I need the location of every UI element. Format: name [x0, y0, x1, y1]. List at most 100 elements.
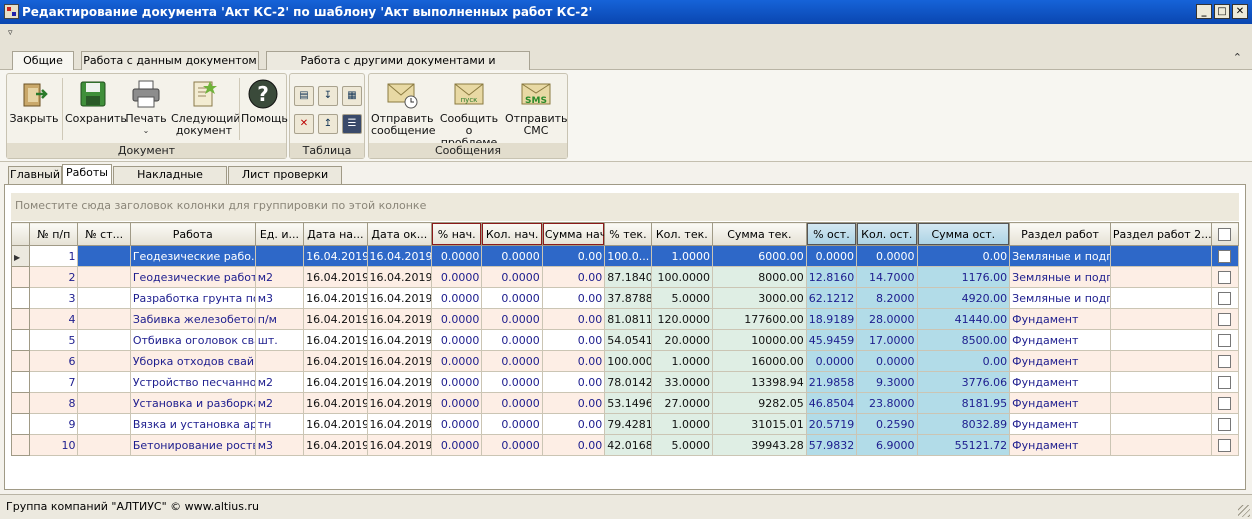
col-header-sum-remaining[interactable]: Сумма ост. — [916, 222, 1011, 246]
cell-pct-remaining[interactable]: 0.0000 — [805, 245, 858, 267]
cell-sum-remaining[interactable]: 41440.00 — [916, 308, 1011, 330]
cell-sum-current[interactable]: 31015.01 — [712, 413, 807, 435]
cell-pct-start[interactable]: 0.0000 — [431, 245, 483, 267]
cell-row-number[interactable]: 8 — [29, 392, 79, 414]
cell-qty-current[interactable]: 1.0000 — [650, 350, 714, 372]
cell-qty-start[interactable]: 0.0000 — [481, 413, 543, 435]
cell-pct-start[interactable]: 0.0000 — [431, 329, 483, 351]
table-row[interactable]: 2 Геодезические работы м2 16.04.2019 16.04.2… — [10, 266, 1240, 288]
col-header-start-date[interactable]: Дата на... — [303, 222, 368, 246]
table-row[interactable]: 6 Уборка отходов свай 16.04.2019 16.04.2019… — [10, 350, 1240, 372]
group-by-area[interactable]: Поместите сюда заголовок колонки для гру… — [11, 193, 1239, 221]
quick-access-dropdown-icon[interactable]: ▿ — [8, 28, 13, 38]
row-checkbox[interactable] — [1218, 333, 1232, 347]
cell-pct-remaining[interactable]: 18.9189 — [805, 308, 858, 330]
cell-qty-remaining[interactable]: 28.0000 — [856, 308, 918, 330]
cell-pct-current[interactable]: 100.0000 — [604, 350, 652, 372]
add-row-icon[interactable]: ▤ — [294, 86, 314, 106]
cell-estimate-number[interactable] — [77, 308, 131, 330]
cell-estimate-number[interactable] — [77, 392, 131, 414]
cell-sum-start[interactable]: 0.00 — [541, 413, 606, 435]
cell-qty-remaining[interactable]: 17.0000 — [856, 329, 918, 351]
cell-start-date[interactable]: 16.04.2019 — [303, 245, 368, 267]
cell-pct-remaining[interactable]: 21.9858 — [805, 371, 858, 393]
cell-section-2[interactable] — [1109, 329, 1212, 351]
cell-qty-remaining[interactable]: 23.8000 — [856, 392, 918, 414]
cell-sum-remaining[interactable]: 8032.89 — [916, 413, 1011, 435]
cell-section[interactable]: Земляные и подго... — [1009, 245, 1111, 267]
cell-qty-start[interactable]: 0.0000 — [481, 329, 543, 351]
cell-qty-remaining[interactable]: 9.3000 — [856, 371, 918, 393]
cell-section[interactable]: Земляные и подгот — [1009, 287, 1111, 309]
cell-pct-current[interactable]: 79.4281 — [604, 413, 652, 435]
tab-other-documents[interactable]: Работа с другими документами и программа… — [266, 51, 530, 84]
cell-sum-current[interactable]: 10000.00 — [712, 329, 807, 351]
tab-works[interactable]: Работы — [62, 164, 112, 184]
row-checkbox[interactable] — [1218, 438, 1232, 452]
cell-row-number[interactable]: 7 — [29, 371, 79, 393]
cell-unit[interactable]: тн — [254, 413, 305, 435]
cell-section-2[interactable] — [1109, 266, 1212, 288]
cell-sum-start[interactable]: 0.00 — [541, 245, 606, 267]
app-icon[interactable] — [4, 4, 19, 19]
row-checkbox[interactable] — [1218, 291, 1232, 305]
tab-general[interactable]: Общие — [12, 51, 74, 71]
columns-icon[interactable]: ☰ — [342, 114, 362, 134]
close-button[interactable]: Закрыть — [9, 78, 59, 125]
cell-unit[interactable] — [254, 245, 305, 267]
cell-sum-remaining[interactable]: 3776.06 — [916, 371, 1011, 393]
cell-row-number[interactable]: 6 — [29, 350, 79, 372]
close-window-button[interactable]: ✕ — [1232, 4, 1248, 19]
cell-end-date[interactable]: 16.04.2019 — [366, 266, 433, 288]
cell-start-date[interactable]: 16.04.2019 — [303, 392, 368, 414]
cell-sum-start[interactable]: 0.00 — [541, 266, 606, 288]
tab-current-document[interactable]: Работа с данным документом — [81, 51, 259, 70]
col-header-pct-remaining[interactable]: % ост. — [805, 222, 858, 246]
cell-select[interactable] — [1210, 371, 1240, 393]
cell-sum-start[interactable]: 0.00 — [541, 329, 606, 351]
cell-sum-current[interactable]: 8000.00 — [712, 266, 807, 288]
send-sms-button[interactable]: SMS Отправить СМС — [505, 78, 568, 137]
table-row[interactable]: 7 Устройство песчанной м2 16.04.2019 16.04.2… — [10, 371, 1240, 393]
cell-qty-current[interactable]: 1.0000 — [650, 245, 714, 267]
cell-sum-current[interactable]: 9282.05 — [712, 392, 807, 414]
cell-work-name[interactable]: Установка и разборка с — [129, 392, 256, 414]
row-indicator[interactable] — [10, 287, 31, 309]
cell-pct-start[interactable]: 0.0000 — [431, 350, 483, 372]
cell-row-number[interactable]: 1 — [29, 245, 79, 267]
save-button[interactable]: Сохранить — [65, 78, 127, 125]
row-checkbox[interactable] — [1218, 312, 1232, 326]
cell-sum-start[interactable]: 0.00 — [541, 434, 606, 456]
cell-select[interactable] — [1210, 434, 1240, 456]
cell-sum-start[interactable]: 0.00 — [541, 287, 606, 309]
cell-select[interactable] — [1210, 392, 1240, 414]
cell-pct-remaining[interactable]: 0.0000 — [805, 350, 858, 372]
report-problem-button[interactable]: пуск Сообщить о проблеме — [435, 78, 503, 149]
row-indicator[interactable] — [10, 308, 31, 330]
cell-section-2[interactable] — [1109, 434, 1212, 456]
cell-sum-remaining[interactable]: 55121.72 — [916, 434, 1011, 456]
cell-end-date[interactable]: 16.04.2019 — [366, 350, 433, 372]
col-header-sum-start[interactable]: Сумма нач. — [541, 222, 606, 246]
table-row[interactable]: ▶ 1 Геодезические рабо... 16.04.2019 16.04.2… — [10, 245, 1240, 267]
tab-main[interactable]: Главный — [8, 166, 62, 184]
cell-sum-remaining[interactable]: 4920.00 — [916, 287, 1011, 309]
col-header-select-all[interactable] — [1210, 222, 1240, 246]
cell-end-date[interactable]: 16.04.2019 — [366, 308, 433, 330]
cell-end-date[interactable]: 16.04.2019 — [366, 245, 433, 267]
insert-below-icon[interactable]: ↧ — [318, 86, 338, 106]
cell-qty-current[interactable]: 100.0000 — [650, 266, 714, 288]
cell-sum-remaining[interactable]: 0.00 — [916, 350, 1011, 372]
cell-sum-current[interactable]: 16000.00 — [712, 350, 807, 372]
cell-qty-current[interactable]: 33.0000 — [650, 371, 714, 393]
cell-section[interactable]: Фундамент — [1009, 371, 1111, 393]
col-header-unit[interactable]: Ед. и... — [254, 222, 305, 246]
table-row[interactable]: 8Установка и разборка см216.04.201916.04… — [10, 392, 1240, 414]
cell-section[interactable]: Фундамент — [1009, 413, 1111, 435]
col-header-pct-current[interactable]: % тек. — [604, 222, 652, 246]
table-row[interactable]: 4 Забивка железобетонн п/м 16.04.2019 16.04.… — [10, 308, 1240, 330]
col-header-pct-start[interactable]: % нач. — [431, 222, 483, 246]
cell-select[interactable] — [1210, 413, 1240, 435]
col-header-section-2[interactable]: Раздел работ 2... — [1109, 222, 1212, 246]
cell-qty-start[interactable]: 0.0000 — [481, 287, 543, 309]
